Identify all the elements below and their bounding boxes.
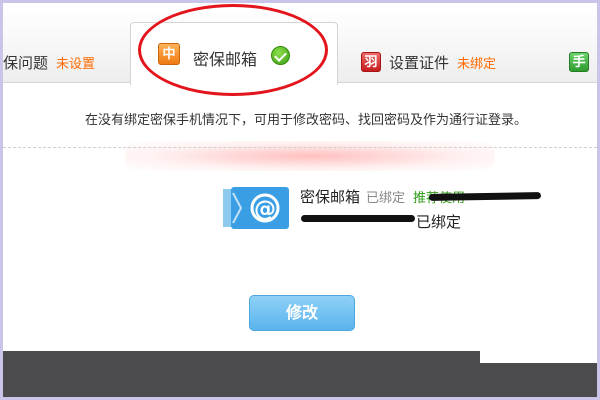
- certificate-icon: 羽: [361, 52, 381, 72]
- email-bound-status: 已绑定: [366, 191, 406, 206]
- tab-certificate-status: 未绑定: [457, 56, 497, 72]
- redaction-mark: [301, 215, 415, 222]
- highlight-circle: [138, 4, 328, 96]
- svg-text:@: @: [254, 197, 276, 222]
- tab-certificate-label: 设置证件: [389, 53, 450, 72]
- phone-icon: 手: [569, 52, 589, 72]
- tab-security-question-status: 未设置: [56, 56, 96, 72]
- modify-button[interactable]: 修改: [249, 295, 355, 331]
- redaction-mark: [428, 192, 542, 201]
- page-content: 保问题 未设置 羽 设置证件 未绑定 手 中 密保邮箱 在没有绑定密保手机情况下…: [3, 3, 597, 397]
- email-address-bound-text: 已绑定: [416, 213, 462, 231]
- tab-security-question-label: 保问题: [3, 53, 49, 72]
- white-overlay: [480, 299, 597, 363]
- divider: [3, 147, 597, 148]
- tab-next[interactable]: 手: [569, 41, 589, 83]
- email-at-icon: @: [221, 185, 291, 231]
- tab-security-question[interactable]: 保问题 未设置: [3, 41, 95, 83]
- tab-certificate[interactable]: 羽 设置证件 未绑定: [361, 41, 496, 83]
- email-title: 密保邮箱: [300, 188, 361, 206]
- description-text: 在没有绑定密保手机情况下，可用于修改密码、找回密码及作为通行证登录。: [85, 113, 528, 128]
- screenshot-frame: 保问题 未设置 羽 设置证件 未绑定 手 中 密保邮箱 在没有绑定密保手机情况下…: [0, 0, 600, 400]
- blurred-notice: [125, 141, 495, 171]
